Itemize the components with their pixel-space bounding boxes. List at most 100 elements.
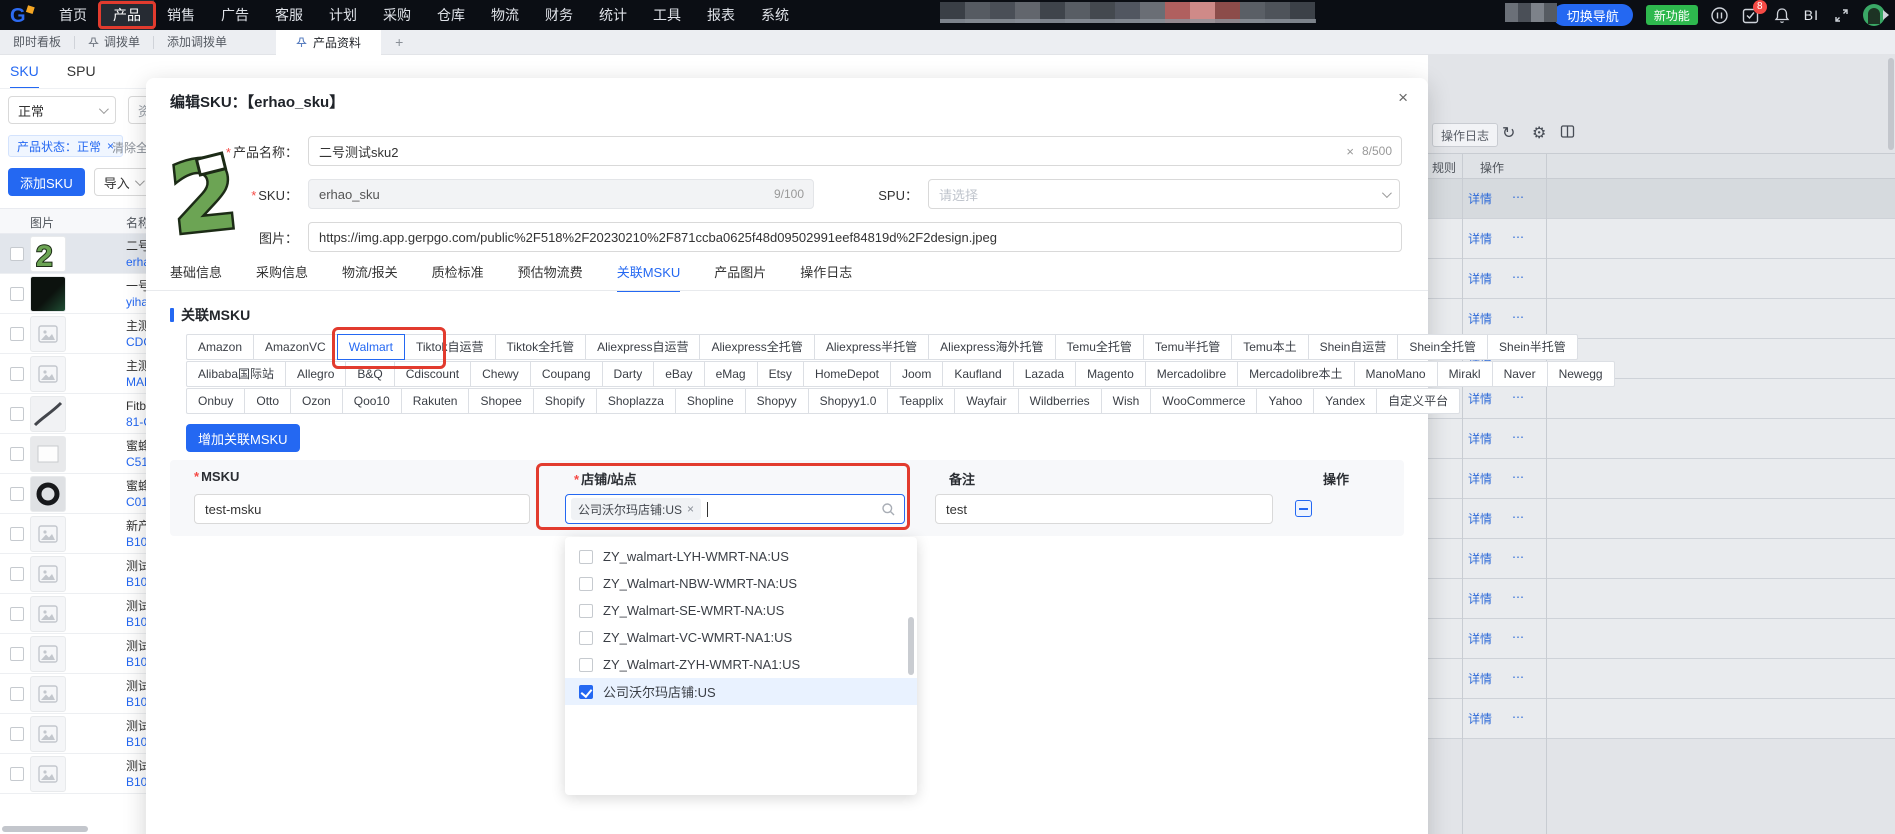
msku-input[interactable] (194, 494, 530, 524)
tabbar-item-调拨单[interactable]: 调拨单 (75, 30, 153, 55)
detail-link[interactable]: 详情 (1468, 590, 1492, 607)
tasks-icon[interactable]: 8 (1742, 0, 1767, 24)
bi-link[interactable]: BI (1804, 7, 1819, 23)
nav-item-物流[interactable]: 物流 (478, 0, 532, 30)
more-actions-icon[interactable]: ⋯ (1512, 390, 1525, 404)
pause-circle-icon[interactable] (1711, 6, 1729, 24)
row-checkbox[interactable] (10, 567, 24, 581)
platform-button-Mirakl[interactable]: Mirakl (1436, 361, 1493, 387)
image-url-input[interactable] (308, 222, 1402, 252)
platform-button-WooCommerce[interactable]: WooCommerce (1150, 388, 1258, 414)
nav-item-财务[interactable]: 财务 (532, 0, 586, 30)
shop-option[interactable]: ZY_Walmart-VC-WMRT-NA1:US (565, 624, 917, 651)
row-checkbox[interactable] (10, 327, 24, 341)
row-checkbox[interactable] (10, 287, 24, 301)
row-checkbox[interactable] (10, 687, 24, 701)
product-thumbnail[interactable] (30, 556, 66, 592)
detail-link[interactable]: 详情 (1468, 710, 1492, 727)
nav-item-仓库[interactable]: 仓库 (424, 0, 478, 30)
platform-button-Ozon[interactable]: Ozon (290, 388, 343, 414)
product-thumbnail[interactable] (30, 636, 66, 672)
product-thumbnail[interactable] (30, 516, 66, 552)
detail-link[interactable]: 详情 (1468, 670, 1492, 687)
product-thumbnail[interactable] (30, 276, 66, 312)
platform-button-Shopyy[interactable]: Shopyy (744, 388, 809, 414)
platform-button-Allegro[interactable]: Allegro (285, 361, 347, 387)
platform-button-Shein自运营[interactable]: Shein自运营 (1307, 334, 1399, 360)
detail-link[interactable]: 详情 (1468, 390, 1492, 407)
platform-button-自定义平台[interactable]: 自定义平台 (1376, 388, 1461, 414)
fullscreen-icon[interactable] (1832, 6, 1850, 24)
platform-button-eBay[interactable]: eBay (653, 361, 705, 387)
checkbox-icon[interactable] (579, 684, 593, 699)
platform-button-Temu半托管[interactable]: Temu半托管 (1142, 334, 1233, 360)
more-actions-icon[interactable]: ⋯ (1512, 310, 1525, 324)
platform-button-Wish[interactable]: Wish (1100, 388, 1152, 414)
platform-button-Yahoo[interactable]: Yahoo (1256, 388, 1315, 414)
new-feature-button[interactable]: 新功能 (1645, 5, 1698, 25)
tab-sku[interactable]: SKU (10, 63, 39, 89)
platform-button-Yandex[interactable]: Yandex (1313, 388, 1378, 414)
more-actions-icon[interactable]: ⋯ (1512, 230, 1525, 244)
import-button[interactable]: 导入 (93, 168, 152, 196)
platform-button-Aliexpress半托管[interactable]: Aliexpress半托管 (813, 334, 930, 360)
row-checkbox[interactable] (10, 527, 24, 541)
gear-icon[interactable]: ⚙ (1532, 124, 1546, 144)
remove-row-button[interactable] (1295, 500, 1312, 517)
platform-button-Shopyy1.0[interactable]: Shopyy1.0 (807, 388, 889, 414)
platform-button-Kaufland[interactable]: Kaufland (942, 361, 1014, 387)
nav-item-计划[interactable]: 计划 (316, 0, 370, 30)
platform-button-B&Q[interactable]: B&Q (345, 361, 395, 387)
platform-button-Naver[interactable]: Naver (1491, 361, 1548, 387)
product-thumbnail[interactable] (30, 476, 66, 512)
status-select[interactable]: 正常 (8, 96, 116, 124)
checkbox-icon[interactable] (579, 576, 593, 591)
platform-button-Walmart[interactable]: Walmart (331, 327, 446, 369)
bell-icon[interactable] (1773, 6, 1791, 24)
row-checkbox[interactable] (10, 447, 24, 461)
detail-link[interactable]: 详情 (1468, 630, 1492, 647)
product-thumbnail[interactable] (30, 396, 66, 432)
detail-link[interactable]: 详情 (1468, 190, 1492, 207)
platform-button-Temu本土[interactable]: Temu本土 (1231, 334, 1309, 360)
tabbar-active-tab[interactable]: 产品资料 (276, 29, 382, 55)
platform-button-Tiktok全托管[interactable]: Tiktok全托管 (494, 334, 587, 360)
modal-tab-质检标准[interactable]: 质检标准 (432, 262, 484, 292)
shop-option[interactable]: ZY_walmart-LYH-WMRT-NA:US (565, 543, 917, 570)
platform-button-Onbuy[interactable]: Onbuy (186, 388, 246, 414)
refresh-icon[interactable]: ↻ (1502, 124, 1515, 144)
nav-item-销售[interactable]: 销售 (154, 0, 208, 30)
close-icon[interactable]: × (1398, 89, 1408, 106)
modal-tab-采购信息[interactable]: 采购信息 (256, 262, 308, 292)
more-actions-icon[interactable]: ⋯ (1512, 270, 1525, 284)
modal-tab-关联MSKU[interactable]: 关联MSKU (616, 262, 681, 292)
nav-item-采购[interactable]: 采购 (370, 0, 424, 30)
platform-button-AmazonVC[interactable]: AmazonVC (253, 334, 338, 360)
checkbox-icon[interactable] (579, 549, 593, 564)
tab-spu[interactable]: SPU (67, 63, 96, 89)
product-name-input[interactable] (308, 136, 1402, 166)
product-thumbnail[interactable] (30, 756, 66, 792)
product-thumbnail[interactable] (30, 596, 66, 632)
more-actions-icon[interactable]: ⋯ (1512, 190, 1525, 204)
platform-button-Amazon[interactable]: Amazon (186, 334, 255, 360)
shop-site-input[interactable]: 公司沃尔玛店铺:US × (565, 494, 905, 524)
detail-link[interactable]: 详情 (1468, 470, 1492, 487)
nav-collapse-arrow[interactable] (1883, 10, 1889, 20)
nav-item-产品[interactable]: 产品 (98, 0, 156, 30)
filter-tag[interactable]: 产品状态：正常 × (8, 135, 124, 157)
row-checkbox[interactable] (10, 727, 24, 741)
more-actions-icon[interactable]: ⋯ (1512, 430, 1525, 444)
nav-item-客服[interactable]: 客服 (262, 0, 316, 30)
shop-option[interactable]: ZY_Walmart-ZYH-WMRT-NA1:US (565, 651, 917, 678)
nav-item-首页[interactable]: 首页 (46, 0, 100, 30)
platform-button-Magento[interactable]: Magento (1075, 361, 1146, 387)
nav-item-工具[interactable]: 工具 (640, 0, 694, 30)
platform-button-Chewy[interactable]: Chewy (470, 361, 531, 387)
shop-option[interactable]: ZY_Walmart-NBW-WMRT-NA:US (565, 570, 917, 597)
platform-button-eMag[interactable]: eMag (703, 361, 758, 387)
platform-button-Wayfair[interactable]: Wayfair (954, 388, 1019, 414)
platform-button-Shopify[interactable]: Shopify (532, 388, 597, 414)
app-logo[interactable]: G (0, 4, 46, 26)
platform-button-Shoplazza[interactable]: Shoplazza (595, 388, 676, 414)
